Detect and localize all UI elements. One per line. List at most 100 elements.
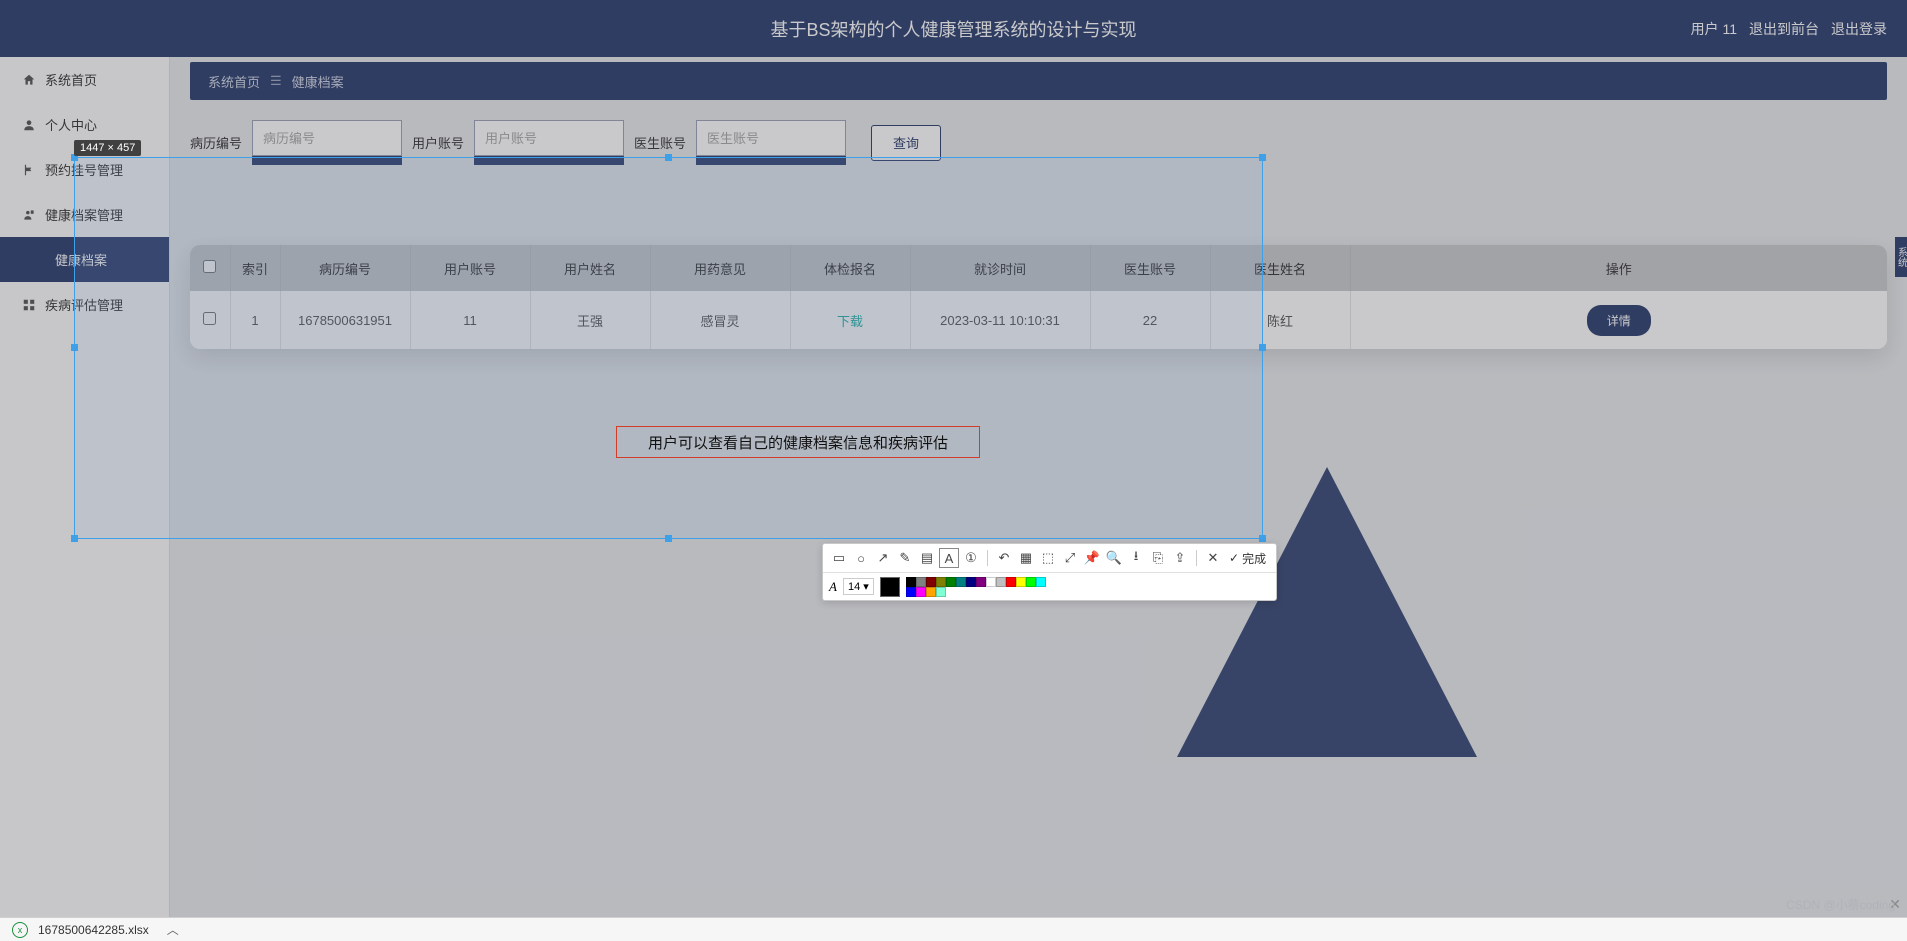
grid-icon <box>22 298 36 312</box>
color-swatch[interactable] <box>946 577 956 587</box>
home-icon <box>22 73 36 87</box>
annotation-text: 用户可以查看自己的健康档案信息和疾病评估 <box>648 432 948 453</box>
color-swatch[interactable] <box>986 577 996 587</box>
sidebar-item-label: 疾病评估管理 <box>45 295 123 314</box>
th-user-account: 用户账号 <box>410 245 530 291</box>
color-swatch[interactable] <box>926 577 936 587</box>
content-area: 系统首页 ☰ 健康档案 病历编号 用户账号 医生账号 查询 <box>170 57 1907 917</box>
color-swatch[interactable] <box>926 587 936 597</box>
cell-med-opinion: 感冒灵 <box>650 291 790 349</box>
detail-button[interactable]: 详情 <box>1587 305 1651 336</box>
th-record-id: 病历编号 <box>280 245 410 291</box>
top-header: 基于BS架构的个人健康管理系统的设计与实现 用户 11 退出到前台 退出登录 <box>0 0 1907 57</box>
color-swatch[interactable] <box>956 577 966 587</box>
right-edge-tab[interactable]: 系统 <box>1895 237 1907 277</box>
pencil-tool-icon[interactable]: ✎ <box>895 548 915 568</box>
sidebar-item-label: 健康档案 <box>55 250 107 269</box>
color-swatch[interactable] <box>1036 577 1046 587</box>
sidebar-item-disease-eval[interactable]: 疾病评估管理 <box>0 282 169 327</box>
row-checkbox[interactable] <box>203 312 216 325</box>
copy-icon[interactable]: ⎘ <box>1148 548 1168 568</box>
font-size-selector[interactable]: 14 ▾ <box>843 578 874 595</box>
sidebar-item-health-records-mgmt[interactable]: 健康档案管理 <box>0 192 169 237</box>
field-label: 用户账号 <box>412 133 464 152</box>
color-swatch[interactable] <box>1026 577 1036 587</box>
current-color-swatch[interactable] <box>880 577 900 597</box>
arrow-tool-icon[interactable]: ↗ <box>873 548 893 568</box>
th-med-opinion: 用药意见 <box>650 245 790 291</box>
sidebar-item-label: 个人中心 <box>45 115 97 134</box>
doctor-account-input[interactable] <box>696 120 846 156</box>
to-front-link[interactable]: 退出到前台 <box>1749 19 1819 39</box>
toolbar-separator <box>987 550 988 566</box>
pin-icon[interactable]: 📌 <box>1082 548 1102 568</box>
excel-file-icon: x <box>12 922 28 938</box>
color-swatch[interactable] <box>996 577 1006 587</box>
th-visit-time: 就诊时间 <box>910 245 1090 291</box>
person-file-icon <box>22 208 36 222</box>
breadcrumb-current: 健康档案 <box>292 72 344 91</box>
color-swatch[interactable] <box>1006 577 1016 587</box>
download-icon[interactable]: ⭳ <box>1126 548 1146 568</box>
color-swatch[interactable] <box>916 587 926 597</box>
record-id-input[interactable] <box>252 120 402 156</box>
watermark-text: CSDN @小蔡coding <box>1786 896 1895 913</box>
downloaded-filename[interactable]: 1678500642285.xlsx <box>38 923 149 937</box>
search-field-doctor-account: 医生账号 <box>634 120 846 165</box>
triangle-decoration <box>1177 467 1477 757</box>
color-swatch[interactable] <box>916 577 926 587</box>
check-icon: ✓ <box>1229 551 1239 565</box>
select-all-checkbox[interactable] <box>203 260 216 273</box>
user-account-input[interactable] <box>474 120 624 156</box>
undo-icon[interactable]: ↶ <box>994 548 1014 568</box>
mosaic-tool-icon[interactable]: ▦ <box>1016 548 1036 568</box>
annotation-text-box[interactable]: 用户可以查看自己的健康档案信息和疾病评估 <box>616 426 980 458</box>
app-title: 基于BS架构的个人健康管理系统的设计与实现 <box>770 16 1136 42</box>
sidebar-item-health-records[interactable]: 健康档案 <box>0 237 169 282</box>
person-icon <box>22 118 36 132</box>
expand-tool-icon[interactable]: ⤢ <box>1060 548 1080 568</box>
table-card: 索引 病历编号 用户账号 用户姓名 用药意见 体检报名 就诊时间 医生账号 医生… <box>190 245 1887 349</box>
search-icon[interactable]: 🔍 <box>1104 548 1124 568</box>
rect-tool-icon[interactable]: ▭ <box>829 548 849 568</box>
ellipse-tool-icon[interactable]: ○ <box>851 548 871 568</box>
th-doctor-name: 医生姓名 <box>1210 245 1350 291</box>
cell-doctor-name: 陈红 <box>1210 291 1350 349</box>
share-icon[interactable]: ⇪ <box>1170 548 1190 568</box>
color-swatch[interactable] <box>976 577 986 587</box>
sidebar: 系统首页 个人中心 预约挂号管理 健康档案管理 健康档案 疾病评估管理 <box>0 57 170 917</box>
toolbar-separator <box>1196 550 1197 566</box>
cell-record-id: 1678500631951 <box>280 291 410 349</box>
cell-index: 1 <box>230 291 280 349</box>
color-swatch[interactable] <box>906 587 916 597</box>
search-field-record-id: 病历编号 <box>190 120 402 165</box>
th-operation: 操作 <box>1350 245 1887 291</box>
user-label[interactable]: 用户 11 <box>1691 19 1737 39</box>
download-link[interactable]: 下载 <box>837 314 863 329</box>
text-tool-icon[interactable]: A <box>939 548 959 568</box>
sidebar-item-home[interactable]: 系统首页 <box>0 57 169 102</box>
color-swatch[interactable] <box>936 577 946 587</box>
chevron-up-icon[interactable]: ︿ <box>167 921 179 938</box>
color-swatch[interactable] <box>1016 577 1026 587</box>
search-row: 病历编号 用户账号 医生账号 查询 <box>170 100 1907 165</box>
table-row: 1 1678500631951 11 王强 感冒灵 下载 2023-03-11 … <box>190 291 1887 349</box>
color-swatch[interactable] <box>936 587 946 597</box>
number-tool-icon[interactable]: ① <box>961 548 981 568</box>
query-button[interactable]: 查询 <box>871 125 941 161</box>
close-icon[interactable]: ✕ <box>1203 548 1223 568</box>
header-checkbox-cell <box>190 245 230 291</box>
crop-tool-icon[interactable]: ⬚ <box>1038 548 1058 568</box>
done-label: 完成 <box>1242 550 1266 567</box>
sidebar-item-label: 预约挂号管理 <box>45 160 123 179</box>
done-button[interactable]: ✓ 完成 <box>1225 550 1270 567</box>
color-swatch[interactable] <box>906 577 916 587</box>
breadcrumb-separator: ☰ <box>270 73 282 89</box>
logout-link[interactable]: 退出登录 <box>1831 19 1887 39</box>
table-header-row: 索引 病历编号 用户账号 用户姓名 用药意见 体检报名 就诊时间 医生账号 医生… <box>190 245 1887 291</box>
th-exam-signup: 体检报名 <box>790 245 910 291</box>
cell-visit-time: 2023-03-11 10:10:31 <box>910 291 1090 349</box>
marker-tool-icon[interactable]: ▤ <box>917 548 937 568</box>
breadcrumb-root[interactable]: 系统首页 <box>208 72 260 91</box>
color-swatch[interactable] <box>966 577 976 587</box>
